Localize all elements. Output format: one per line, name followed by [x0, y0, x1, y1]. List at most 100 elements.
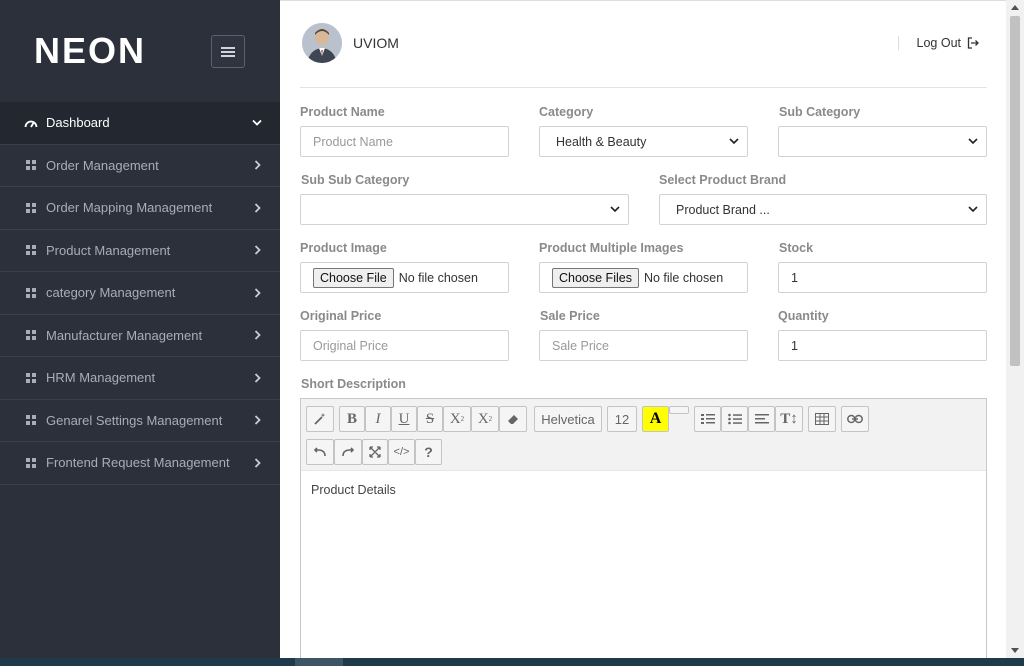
chevron-down-icon [968, 206, 978, 213]
vertical-scrollbar[interactable] [1006, 0, 1024, 658]
subscript-button[interactable]: X2 [471, 406, 499, 432]
chevron-right-icon [254, 245, 261, 255]
chevron-down-icon [252, 119, 262, 126]
multiple-images-input[interactable]: Choose Files No file chosen [539, 262, 748, 293]
sidebar-item-label: Dashboard [46, 115, 110, 131]
quantity-input[interactable]: 1 [778, 330, 987, 361]
sidebar-item-frontend-request-management[interactable]: Frontend Request Management [0, 442, 280, 485]
sidebar-item-label: Genarel Settings Management [46, 412, 223, 428]
link-icon [847, 414, 863, 424]
editor-toolbar: B I U S X2 X2 Helvetica 12 A T↕ </> ? [301, 399, 986, 471]
category-select[interactable]: Health & Beauty [539, 126, 748, 157]
hamburger-icon [221, 46, 235, 57]
link-button[interactable] [841, 406, 869, 432]
grid-icon [24, 371, 38, 385]
sidebar-item-product-management[interactable]: Product Management [0, 230, 280, 272]
rich-text-editor: B I U S X2 X2 Helvetica 12 A T↕ </> ? Pr… [300, 398, 987, 658]
neon-logo[interactable]: NEON [34, 30, 158, 70]
taskbar-app-button[interactable] [295, 658, 343, 666]
sidebar-item-label: Product Management [46, 242, 171, 258]
superscript-button[interactable]: X2 [443, 406, 471, 432]
logo-text: NEON [34, 30, 146, 70]
sub-category-label: Sub Category [779, 105, 861, 119]
product-image-input[interactable]: Choose File No file chosen [300, 262, 509, 293]
username: UVIOM [353, 35, 399, 51]
sale-price-label: Sale Price [540, 309, 600, 323]
chevron-right-icon [254, 203, 261, 213]
brand-value: Product Brand ... [676, 202, 770, 217]
ordered-list-button[interactable] [694, 406, 721, 432]
undo-button[interactable] [306, 439, 334, 465]
product-name-input[interactable]: Product Name [300, 126, 509, 157]
sidebar-item-label: Frontend Request Management [46, 455, 230, 471]
multiple-images-label: Product Multiple Images [539, 241, 684, 255]
grid-icon [24, 201, 38, 215]
menu-toggle-button[interactable] [211, 35, 245, 68]
chevron-right-icon [254, 330, 261, 340]
highlight-color-button[interactable]: A [642, 406, 669, 432]
font-size-button[interactable]: 12 [607, 406, 637, 432]
eraser-button[interactable] [499, 406, 527, 432]
gauge-icon [24, 116, 38, 130]
grid-icon [24, 158, 38, 172]
grid-icon [24, 286, 38, 300]
editor-content[interactable]: Product Details [301, 471, 986, 509]
category-label: Category [539, 105, 594, 119]
brand-label: Select Product Brand [659, 173, 787, 187]
chevron-down-icon [729, 138, 739, 145]
unordered-list-button[interactable] [721, 406, 748, 432]
redo-icon [342, 447, 355, 457]
user-photo [302, 23, 342, 63]
font-family-button[interactable]: Helvetica [534, 406, 602, 432]
magic-wand-button[interactable] [306, 406, 334, 432]
table-button[interactable] [808, 406, 836, 432]
scroll-down-icon[interactable] [1011, 648, 1019, 653]
sidebar-item-order-management[interactable]: Order Management [0, 145, 280, 187]
fullscreen-button[interactable] [362, 439, 388, 465]
logout-button[interactable]: Log Out [897, 36, 979, 50]
scroll-up-icon[interactable] [1011, 5, 1019, 10]
sidebar-item-category-management[interactable]: category Management [0, 272, 280, 315]
magic-wand-icon [314, 413, 326, 425]
bold-button[interactable]: B [339, 406, 365, 432]
product-name-placeholder: Product Name [313, 134, 393, 149]
highlight-a-icon: A [649, 410, 662, 427]
sidebar-item-manufacturer-management[interactable]: Manufacturer Management [0, 315, 280, 357]
stock-input[interactable]: 1 [778, 262, 987, 293]
align-button[interactable] [748, 406, 775, 432]
choose-files-button[interactable]: Choose Files [552, 267, 639, 288]
strikethrough-button[interactable]: S [417, 406, 443, 432]
brand-select[interactable]: Product Brand ... [659, 194, 987, 225]
quantity-label: Quantity [778, 309, 829, 323]
original-price-input[interactable]: Original Price [300, 330, 509, 361]
top-bar: UVIOM Log Out [300, 1, 987, 88]
underline-button[interactable]: U [391, 406, 417, 432]
avatar[interactable] [302, 23, 342, 63]
line-height-button[interactable]: T↕ [775, 406, 803, 432]
product-image-label: Product Image [300, 241, 387, 255]
sidebar-item-dashboard[interactable]: Dashboard [0, 102, 280, 145]
chevron-right-icon [254, 415, 261, 425]
scroll-thumb[interactable] [1010, 16, 1020, 366]
redo-button[interactable] [334, 439, 362, 465]
code-view-button[interactable]: </> [388, 439, 415, 465]
sale-price-input[interactable]: Sale Price [539, 330, 748, 361]
sub-sub-category-select[interactable] [300, 194, 629, 225]
chevron-right-icon [254, 288, 261, 298]
stock-value: 1 [791, 270, 798, 285]
unordered-list-icon [727, 413, 742, 425]
color-dropdown-button[interactable] [669, 406, 689, 414]
logout-label: Log Out [916, 36, 961, 50]
choose-file-button[interactable]: Choose File [313, 267, 394, 288]
chevron-right-icon [254, 160, 261, 170]
sidebar-item-label: category Management [46, 285, 176, 301]
multiple-images-status: No file chosen [643, 270, 724, 285]
chevron-right-icon [254, 458, 261, 468]
sub-category-select[interactable] [778, 126, 987, 157]
sidebar-item-label: HRM Management [46, 370, 156, 386]
italic-button[interactable]: I [365, 406, 391, 432]
sidebar-item-order-mapping-management[interactable]: Order Mapping Management [0, 187, 280, 230]
sidebar-item-general-settings-management[interactable]: Genarel Settings Management [0, 400, 280, 442]
help-button[interactable]: ? [415, 439, 442, 465]
sidebar-item-hrm-management[interactable]: HRM Management [0, 357, 280, 400]
